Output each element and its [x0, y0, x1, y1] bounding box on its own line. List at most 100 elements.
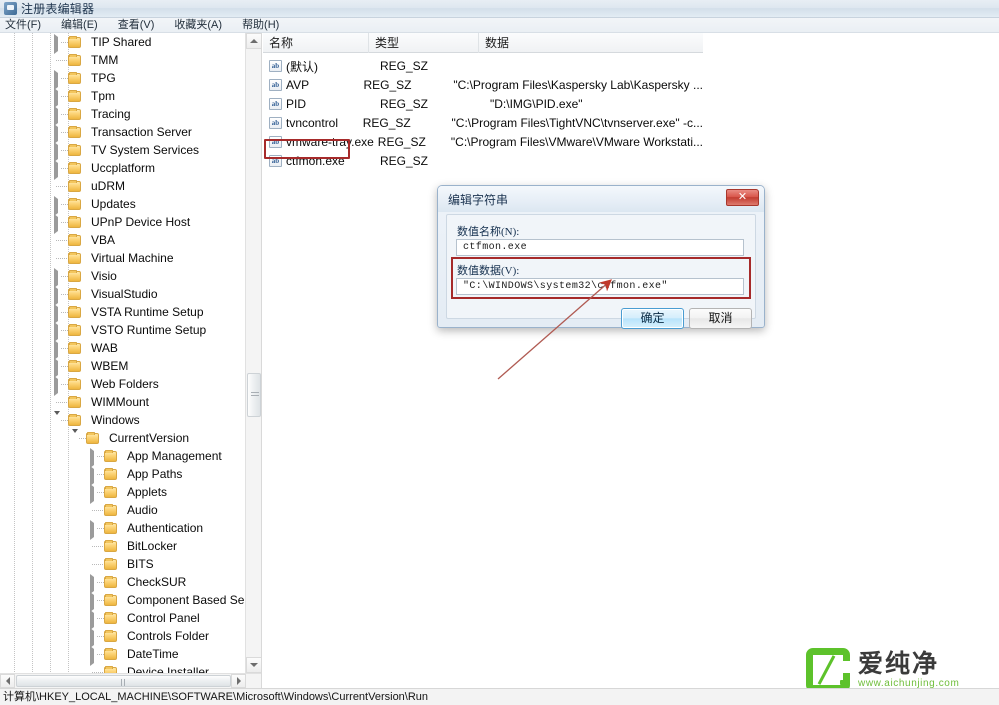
tree-item-udrm[interactable]: uDRM — [0, 177, 246, 195]
value-name-input[interactable]: ctfmon.exe — [456, 239, 744, 256]
tree-connector-line — [97, 654, 104, 655]
tree-connector-line — [61, 114, 68, 115]
folder-icon — [104, 577, 117, 588]
tree-item-transaction-server[interactable]: Transaction Server — [0, 123, 246, 141]
tree-item-visio[interactable]: Visio — [0, 267, 246, 285]
tree-item-tpg[interactable]: TPG — [0, 69, 246, 87]
table-row[interactable]: abAVPREG_SZ"C:\Program Files\Kaspersky L… — [263, 76, 703, 94]
tree-item-currentversion[interactable]: CurrentVersion — [0, 429, 246, 447]
folder-icon — [68, 307, 81, 318]
tree-item-label: VSTA Runtime Setup — [91, 303, 204, 321]
table-row[interactable]: abvmware-tray.exeREG_SZ"C:\Program Files… — [263, 133, 703, 151]
cancel-button[interactable]: 取消 — [689, 308, 752, 329]
tree-connector-line — [61, 78, 68, 79]
tree-item-wab[interactable]: WAB — [0, 339, 246, 357]
tree-item-controls-folder[interactable]: Controls Folder — [0, 627, 246, 645]
column-type[interactable]: 类型 — [369, 33, 479, 53]
tree-item-audio[interactable]: Audio — [0, 501, 246, 519]
tree-item-visualstudio[interactable]: VisualStudio — [0, 285, 246, 303]
tree-item-tip-shared[interactable]: TIP Shared — [0, 33, 246, 51]
tree-item-checksur[interactable]: CheckSUR — [0, 573, 246, 591]
registry-values-pane[interactable]: 名称 类型 数据 ab(默认)REG_SZabAVPREG_SZ"C:\Prog… — [263, 33, 999, 688]
dialog-body: 数值名称(N): ctfmon.exe 数值数据(V): "C:\WINDOWS… — [446, 214, 756, 319]
tree-item-virtual-machine[interactable]: Virtual Machine — [0, 249, 246, 267]
menu-help[interactable]: 帮助(H) — [242, 18, 288, 33]
folder-icon — [104, 469, 117, 480]
tree-item-app-paths[interactable]: App Paths — [0, 465, 246, 483]
tree-item-wbem[interactable]: WBEM — [0, 357, 246, 375]
tree-item-authentication[interactable]: Authentication — [0, 519, 246, 537]
tree-item-label: TIP Shared — [91, 33, 151, 51]
tree-item-updates[interactable]: Updates — [0, 195, 246, 213]
work-area: TIP SharedTMMTPGTpmTracingTransaction Se… — [0, 33, 999, 688]
tree-item-control-panel[interactable]: Control Panel — [0, 609, 246, 627]
tree-item-tracing[interactable]: Tracing — [0, 105, 246, 123]
column-data[interactable]: 数据 — [479, 33, 703, 53]
tree-item-vba[interactable]: VBA — [0, 231, 246, 249]
menu-edit[interactable]: 编辑(E) — [61, 18, 107, 33]
folder-icon — [86, 433, 99, 444]
folder-icon — [104, 487, 117, 498]
tree-item-vsto-runtime-setup[interactable]: VSTO Runtime Setup — [0, 321, 246, 339]
tree-item-tv-system-services[interactable]: TV System Services — [0, 141, 246, 159]
tree-item-label: CheckSUR — [127, 573, 186, 591]
table-row[interactable]: abctfmon.exeREG_SZ — [263, 152, 703, 170]
tree-item-uccplatform[interactable]: Uccplatform — [0, 159, 246, 177]
column-name[interactable]: 名称 — [263, 33, 369, 53]
tree-connector-line — [61, 294, 68, 295]
tree-connector-line — [61, 276, 68, 277]
tree-horizontal-scrollbar[interactable] — [0, 673, 262, 688]
close-icon[interactable]: ✕ — [726, 189, 759, 206]
value-name-label: 数值名称(N): — [457, 223, 519, 239]
value-data-input[interactable]: "C:\WINDOWS\system32\ctfmon.exe" — [456, 278, 744, 295]
tree-vertical-scrollbar[interactable] — [245, 33, 261, 673]
table-row[interactable]: ab(默认)REG_SZ — [263, 57, 703, 75]
tree-item-component-based-servi[interactable]: Component Based Servi — [0, 591, 246, 609]
dialog-title: 编辑字符串 — [448, 191, 508, 208]
tree-item-label: Audio — [127, 501, 158, 519]
tree-item-datetime[interactable]: DateTime — [0, 645, 246, 663]
menu-file[interactable]: 文件(F) — [5, 18, 50, 33]
scroll-up-button[interactable] — [246, 33, 262, 49]
tree-item-wimmount[interactable]: WIMMount — [0, 393, 246, 411]
tree-hscrollbar-thumb[interactable] — [16, 675, 231, 687]
cell-value-data: "D:\IMG\PID.exe" — [490, 97, 583, 111]
tree-connector-line — [97, 636, 104, 637]
table-row[interactable]: abPIDREG_SZ"D:\IMG\PID.exe" — [263, 95, 703, 113]
tree-item-label: Authentication — [127, 519, 203, 537]
tree-item-tmm[interactable]: TMM — [0, 51, 246, 69]
registry-tree[interactable]: TIP SharedTMMTPGTpmTracingTransaction Se… — [0, 33, 246, 673]
cell-value-name: tvncontrol — [286, 116, 359, 130]
tree-scrollbar-thumb[interactable] — [247, 373, 261, 417]
tree-item-bits[interactable]: BITS — [0, 555, 246, 573]
ok-button[interactable]: 确定 — [621, 308, 684, 329]
tree-item-applets[interactable]: Applets — [0, 483, 246, 501]
scroll-left-button[interactable] — [0, 674, 15, 688]
menu-favorites[interactable]: 收藏夹(A) — [174, 18, 231, 33]
tree-connector-line — [97, 492, 104, 493]
folder-icon — [104, 613, 117, 624]
scroll-down-button[interactable] — [246, 657, 262, 673]
tree-connector-line — [61, 384, 68, 385]
folder-icon — [104, 541, 117, 552]
cell-value-type: REG_SZ — [380, 97, 490, 111]
tree-connector-line — [61, 150, 68, 151]
edit-string-dialog[interactable]: 编辑字符串 ✕ 数值名称(N): ctfmon.exe 数值数据(V): "C:… — [437, 185, 765, 328]
string-value-icon: ab — [269, 155, 282, 167]
tree-item-label: CurrentVersion — [109, 429, 189, 447]
table-row[interactable]: abtvncontrolREG_SZ"C:\Program Files\Tigh… — [263, 114, 703, 132]
tree-item-upnp-device-host[interactable]: UPnP Device Host — [0, 213, 246, 231]
tree-item-windows[interactable]: Windows — [0, 411, 246, 429]
window-titlebar: 注册表编辑器 — [0, 0, 999, 18]
registry-tree-pane[interactable]: TIP SharedTMMTPGTpmTracingTransaction Se… — [0, 33, 262, 688]
tree-item-vsta-runtime-setup[interactable]: VSTA Runtime Setup — [0, 303, 246, 321]
tree-item-device-installer[interactable]: Device Installer — [0, 663, 246, 673]
tree-item-web-folders[interactable]: Web Folders — [0, 375, 246, 393]
tree-item-label: WAB — [91, 339, 118, 357]
scroll-right-button[interactable] — [231, 674, 246, 688]
tree-item-app-management[interactable]: App Management — [0, 447, 246, 465]
tree-item-bitlocker[interactable]: BitLocker — [0, 537, 246, 555]
tree-item-tpm[interactable]: Tpm — [0, 87, 246, 105]
tree-connector-line — [97, 474, 104, 475]
menu-view[interactable]: 查看(V) — [118, 18, 164, 33]
